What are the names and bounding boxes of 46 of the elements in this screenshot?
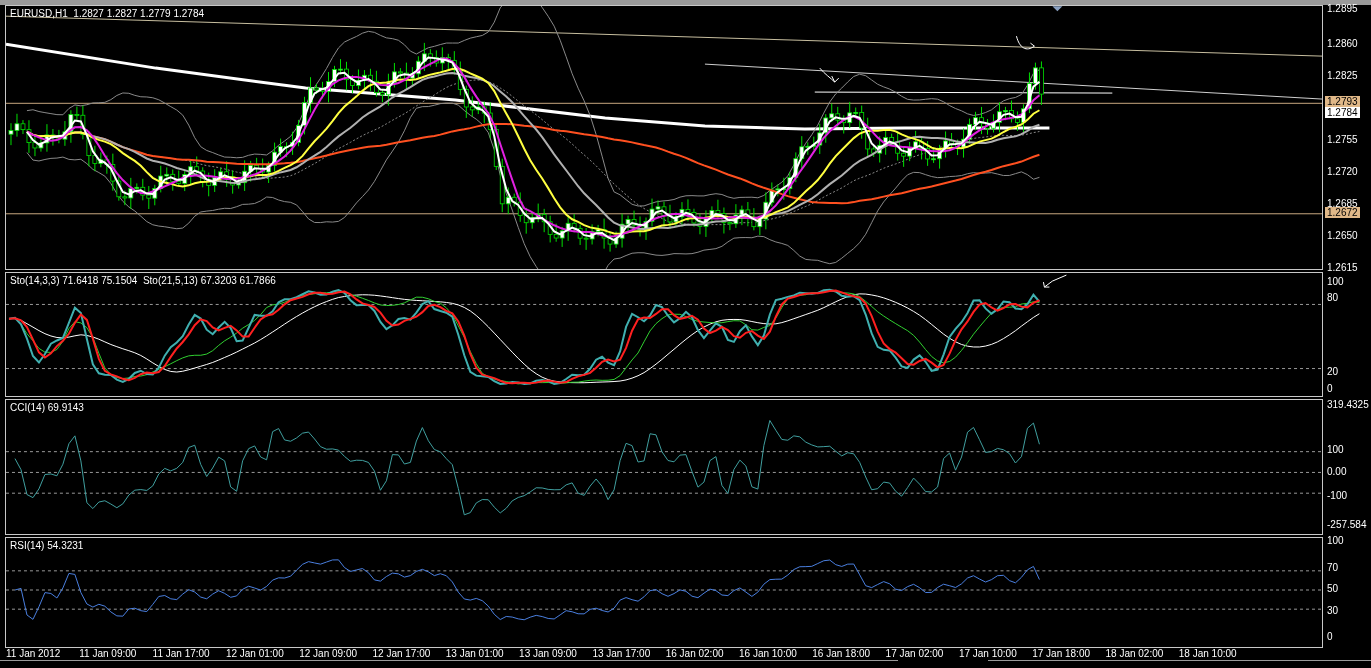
indicator-legend: EURUSD,H1 1.2827 1.2827 1.2779 1.2784	[10, 8, 205, 20]
time-label: 12 Jan 17:00	[372, 648, 431, 660]
axis-label: -100	[1327, 490, 1347, 502]
time-label: 18 Jan 10:00	[1178, 648, 1237, 660]
price-tag: 1.2793	[1325, 96, 1360, 107]
axis-label: 80	[1327, 292, 1339, 304]
axis-label: 30	[1327, 605, 1339, 617]
indicator-legend: Sto(14,3,3) 71.6418 75.1504 Sto(21,5,13) 67.3203 61.7866	[10, 275, 276, 287]
axis-label: 0	[1327, 631, 1333, 643]
time-label: 13 Jan 09:00	[519, 648, 577, 660]
time-label: 17 Jan 10:00	[958, 648, 1017, 660]
axis-label: 319.4325	[1327, 399, 1369, 411]
axis-label: 1.2615	[1327, 262, 1358, 274]
axis-label: 1.2720	[1327, 166, 1358, 178]
time-label: 12 Jan 01:00	[225, 648, 284, 660]
time-label: 11 Jan 17:00	[152, 648, 210, 660]
time-label: 12 Jan 09:00	[299, 648, 357, 660]
price-tag: 1.2672	[1325, 207, 1360, 218]
time-label: 16 Jan 02:00	[665, 648, 724, 660]
price-tag: 1.2784	[1325, 107, 1360, 118]
axis-label: 70	[1327, 562, 1339, 574]
time-label: 11 Jan 09:00	[79, 648, 137, 660]
time-label: 17 Jan 18:00	[1032, 648, 1090, 660]
axis-label: 1.2825	[1327, 70, 1358, 82]
time-label: 17 Jan 02:00	[885, 648, 944, 660]
axis-label: 1.2650	[1327, 230, 1358, 242]
indicator-legend: RSI(14) 54.3231	[10, 540, 84, 552]
axis-label: 50	[1327, 583, 1339, 595]
time-label: 11 Jan 2012	[6, 648, 61, 660]
time-label: 18 Jan 02:00	[1105, 648, 1164, 660]
axis-label: 100	[1327, 535, 1344, 547]
axis-label: 20	[1327, 366, 1339, 378]
axis-label: -257.584	[1327, 519, 1367, 531]
indicator-legend: CCI(14) 69.9143	[10, 402, 84, 414]
axis-label: 0	[1327, 383, 1333, 395]
axis-label: 1.2895	[1327, 3, 1358, 15]
time-label: 13 Jan 17:00	[592, 648, 651, 660]
axis-label: 0.00	[1327, 466, 1347, 478]
axis-label: 100	[1327, 276, 1344, 288]
time-label: 16 Jan 18:00	[812, 648, 871, 660]
time-label: 13 Jan 01:00	[445, 648, 504, 660]
time-label: 16 Jan 10:00	[739, 648, 797, 660]
axis-label: 1.2755	[1327, 134, 1358, 146]
axis-label: 1.2860	[1327, 38, 1358, 50]
axis-label: 1.2685	[1327, 198, 1358, 209]
axis-label: 100	[1327, 444, 1344, 456]
